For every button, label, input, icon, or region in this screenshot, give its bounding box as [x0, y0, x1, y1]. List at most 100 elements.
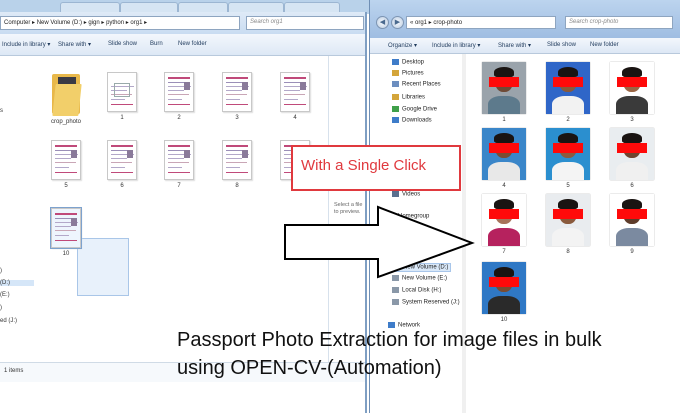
search-input[interactable]: Search org1: [246, 16, 364, 30]
photo-item[interactable]: 5: [546, 128, 590, 189]
folder-icon: [392, 287, 399, 293]
nav-item-videos[interactable]: Videos: [392, 191, 420, 198]
photo-item[interactable]: 8: [546, 194, 590, 255]
folder-icon: [392, 81, 399, 87]
navigation-pane: s ) (D:) (E:) ) ed (J:): [0, 56, 36, 376]
document-thumbnail-icon: [107, 140, 137, 180]
document-thumbnail-icon: [107, 72, 137, 112]
file-item[interactable]: 1: [100, 72, 144, 121]
nav-label: Recent Places: [402, 81, 441, 88]
status-text: 1 items: [4, 368, 24, 374]
burn-button[interactable]: Burn: [150, 41, 163, 47]
nav-item[interactable]: ed (J:): [0, 318, 17, 324]
search-input[interactable]: Search crop-photo: [565, 16, 673, 29]
file-item[interactable]: 2: [157, 72, 201, 121]
share-with-button[interactable]: Share with ▾: [58, 41, 91, 48]
nav-item-system-reserved-j[interactable]: System Reserved (J:): [392, 299, 460, 306]
redaction-bar: [617, 209, 647, 219]
folder-crop-photo[interactable]: crop_photo: [44, 72, 88, 125]
address-row: Computer ▸ New Volume (D:) ▸ gign ▸ pyth…: [0, 12, 365, 34]
nav-item-google-drive[interactable]: Google Drive: [392, 106, 437, 113]
file-label: 2: [177, 115, 181, 121]
passport-photo-thumbnail: [482, 194, 526, 246]
caption: Passport Photo Extraction for image file…: [177, 326, 602, 382]
caption-line-1: Passport Photo Extraction for image file…: [177, 329, 602, 351]
photo-item[interactable]: 1: [482, 62, 526, 123]
photo-label: 5: [566, 183, 570, 189]
nav-item-libraries[interactable]: Libraries: [392, 94, 425, 101]
nav-label: Libraries: [402, 94, 426, 101]
nav-item-d-drive[interactable]: (D:): [0, 280, 34, 286]
photo-item[interactable]: 7: [482, 194, 526, 255]
folder-icon: [392, 299, 399, 305]
photo-item[interactable]: 2: [546, 62, 590, 123]
nav-label: Pictures: [402, 70, 424, 77]
nav-item-recent-places[interactable]: Recent Places: [392, 81, 441, 88]
folder-icon: [52, 72, 82, 116]
file-label: crop_photo: [50, 119, 82, 125]
address-bar[interactable]: « org1 ▸ crop-photo: [406, 16, 556, 29]
new-folder-button[interactable]: New folder: [590, 42, 619, 48]
photo-item[interactable]: 9: [610, 194, 654, 255]
slide-show-button[interactable]: Slide show: [108, 41, 137, 47]
file-item[interactable]: 5: [44, 140, 88, 189]
slide-show-button[interactable]: Slide show: [547, 42, 576, 48]
folder-icon: [392, 94, 399, 100]
nav-label: Google Drive: [402, 106, 438, 113]
photo-label: 2: [566, 117, 570, 123]
command-bar: Include in library ▾ Share with ▾ Slide …: [0, 34, 365, 56]
file-item[interactable]: 6: [100, 140, 144, 189]
passport-photo-thumbnail: [546, 62, 590, 114]
nav-label: Videos: [402, 191, 421, 198]
address-bar[interactable]: Computer ▸ New Volume (D:) ▸ gign ▸ pyth…: [0, 16, 240, 30]
right-arrow-icon: [284, 205, 475, 279]
file-item[interactable]: 3: [215, 72, 259, 121]
file-item[interactable]: 7: [157, 140, 201, 189]
nav-item[interactable]: s: [0, 108, 3, 114]
file-label: 10: [62, 251, 70, 257]
forward-arrow-icon[interactable]: ▶: [391, 16, 404, 29]
photo-label: 3: [630, 117, 634, 123]
file-label: 8: [235, 183, 239, 189]
nav-label: Local Disk (H:): [402, 287, 442, 294]
include-in-library-button[interactable]: Include in library ▾: [432, 42, 480, 49]
nav-item-pictures[interactable]: Pictures: [392, 70, 424, 77]
photo-item[interactable]: 10: [482, 262, 526, 323]
photo-item[interactable]: 3: [610, 62, 654, 123]
new-folder-button[interactable]: New folder: [178, 41, 207, 47]
photo-label: 1: [502, 117, 506, 123]
document-thumbnail-icon: [50, 207, 82, 249]
passport-photo-thumbnail: [546, 128, 590, 180]
nav-item-local-disk-h[interactable]: Local Disk (H:): [392, 287, 441, 294]
back-arrow-icon[interactable]: ◀: [376, 16, 389, 29]
document-thumbnail-icon: [51, 140, 81, 180]
file-item[interactable]: 4: [273, 72, 317, 121]
photo-label: 8: [566, 249, 570, 255]
nav-item[interactable]: (E:): [0, 292, 10, 298]
file-item[interactable]: 10: [44, 207, 88, 257]
file-label: 6: [120, 183, 124, 189]
file-label: 3: [235, 115, 239, 121]
command-bar: Organize ▾ Include in library ▾ Share wi…: [370, 38, 680, 54]
nav-item[interactable]: ): [0, 268, 2, 274]
photo-label: 6: [630, 183, 634, 189]
redaction-bar: [489, 143, 519, 153]
passport-photo-thumbnail: [482, 62, 526, 114]
file-item[interactable]: 8: [215, 140, 259, 189]
file-label: 7: [177, 183, 181, 189]
organize-button[interactable]: Organize ▾: [388, 42, 417, 49]
nav-item-downloads[interactable]: Downloads: [392, 117, 432, 124]
redaction-bar: [617, 77, 647, 87]
passport-photo-thumbnail: [482, 262, 526, 314]
document-thumbnail-icon: [164, 140, 194, 180]
document-thumbnail-icon: [222, 140, 252, 180]
passport-photo-thumbnail: [546, 194, 590, 246]
share-with-button[interactable]: Share with ▾: [498, 42, 531, 49]
nav-item-desktop[interactable]: Desktop: [392, 59, 424, 66]
folder-icon: [392, 117, 399, 123]
photo-item[interactable]: 4: [482, 128, 526, 189]
nav-item[interactable]: ): [0, 305, 2, 311]
caption-line-2: using OPEN-CV-(Automation): [177, 357, 442, 379]
photo-item[interactable]: 6: [610, 128, 654, 189]
include-in-library-button[interactable]: Include in library ▾: [2, 41, 50, 48]
